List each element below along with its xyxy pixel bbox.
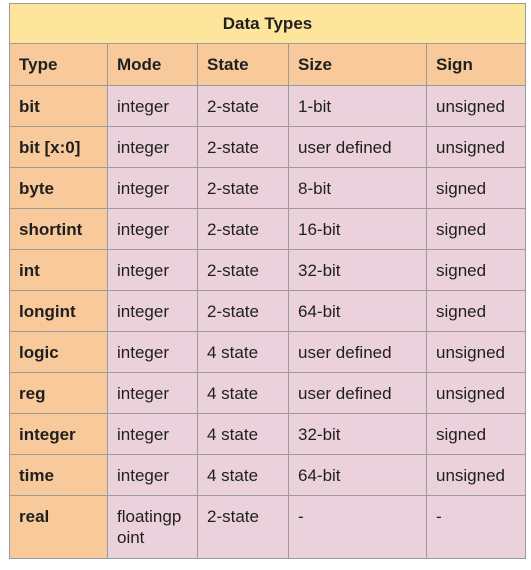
table-row: shortint integer 2-state 16-bit signed bbox=[9, 208, 527, 250]
table-row: real floatingp oint 2-state - - bbox=[9, 495, 527, 559]
cell-mode: integer bbox=[107, 454, 198, 496]
cell-sign: - bbox=[425, 495, 527, 559]
cell-type: integer bbox=[9, 413, 108, 455]
header-sign: Sign bbox=[425, 43, 527, 86]
header-type: Type bbox=[9, 43, 108, 86]
cell-state: 4 state bbox=[197, 454, 289, 496]
cell-type: bit bbox=[9, 85, 108, 127]
cell-mode: integer bbox=[107, 290, 198, 332]
cell-sign: unsigned bbox=[425, 85, 527, 127]
cell-type: shortint bbox=[9, 208, 108, 250]
table-row: bit integer 2-state 1-bit unsigned bbox=[9, 85, 527, 127]
cell-size: 8-bit bbox=[288, 167, 427, 209]
table-title-row: Data Types bbox=[8, 3, 527, 44]
cell-sign: signed bbox=[425, 208, 527, 250]
cell-mode: integer bbox=[107, 331, 198, 373]
cell-sign: signed bbox=[425, 167, 527, 209]
cell-sign: signed bbox=[425, 290, 527, 332]
data-types-table: Data Types Type Mode State Size Sign bit… bbox=[8, 3, 527, 559]
cell-type: longint bbox=[9, 290, 108, 332]
cell-size: user defined bbox=[288, 372, 427, 414]
cell-size: - bbox=[288, 495, 427, 559]
cell-state: 2-state bbox=[197, 249, 289, 291]
cell-mode: integer bbox=[107, 249, 198, 291]
cell-size: user defined bbox=[288, 126, 427, 168]
header-size: Size bbox=[288, 43, 427, 86]
table-row: time integer 4 state 64-bit unsigned bbox=[9, 454, 527, 496]
table-row: bit [x:0] integer 2-state user defined unsig… bbox=[9, 126, 527, 168]
table-row: longint integer 2-state 64-bit signed bbox=[9, 290, 527, 332]
cell-type: time bbox=[9, 454, 108, 496]
cell-mode: floatingp oint bbox=[107, 495, 198, 559]
cell-state: 4 state bbox=[197, 413, 289, 455]
cell-mode: integer bbox=[107, 208, 198, 250]
cell-state: 4 state bbox=[197, 372, 289, 414]
cell-size: 64-bit bbox=[288, 290, 427, 332]
cell-mode: integer bbox=[107, 85, 198, 127]
table-header-row: Type Mode State Size Sign bbox=[9, 43, 527, 86]
table-row: int integer 2-state 32-bit signed bbox=[9, 249, 527, 291]
cell-mode: integer bbox=[107, 372, 198, 414]
cell-state: 2-state bbox=[197, 290, 289, 332]
table-row: integer integer 4 state 32-bit signed bbox=[9, 413, 527, 455]
table-row: byte integer 2-state 8-bit signed bbox=[9, 167, 527, 209]
cell-type: int bbox=[9, 249, 108, 291]
cell-size: 16-bit bbox=[288, 208, 427, 250]
cell-state: 2-state bbox=[197, 208, 289, 250]
table-body: bit integer 2-state 1-bit unsigned bit [x:0] i… bbox=[9, 85, 527, 559]
cell-size: 1-bit bbox=[288, 85, 427, 127]
cell-type: bit [x:0] bbox=[9, 126, 108, 168]
cell-sign: signed bbox=[425, 413, 527, 455]
cell-mode: integer bbox=[107, 126, 198, 168]
cell-sign: unsigned bbox=[425, 331, 527, 373]
cell-size: user defined bbox=[288, 331, 427, 373]
cell-state: 4 state bbox=[197, 331, 289, 373]
cell-state: 2-state bbox=[197, 495, 289, 559]
cell-state: 2-state bbox=[197, 126, 289, 168]
cell-state: 2-state bbox=[197, 85, 289, 127]
header-mode: Mode bbox=[107, 43, 198, 86]
cell-sign: signed bbox=[425, 249, 527, 291]
cell-mode: integer bbox=[107, 167, 198, 209]
cell-size: 64-bit bbox=[288, 454, 427, 496]
table-title: Data Types bbox=[8, 3, 527, 44]
cell-type: real bbox=[9, 495, 108, 559]
table-row: reg integer 4 state user defined unsigned bbox=[9, 372, 527, 414]
cell-type: logic bbox=[9, 331, 108, 373]
cell-state: 2-state bbox=[197, 167, 289, 209]
cell-type: byte bbox=[9, 167, 108, 209]
table-row: logic integer 4 state user defined unsigned bbox=[9, 331, 527, 373]
cell-size: 32-bit bbox=[288, 413, 427, 455]
cell-size: 32-bit bbox=[288, 249, 427, 291]
cell-sign: unsigned bbox=[425, 372, 527, 414]
cell-sign: unsigned bbox=[425, 454, 527, 496]
cell-mode: integer bbox=[107, 413, 198, 455]
header-state: State bbox=[197, 43, 289, 86]
cell-type: reg bbox=[9, 372, 108, 414]
cell-sign: unsigned bbox=[425, 126, 527, 168]
